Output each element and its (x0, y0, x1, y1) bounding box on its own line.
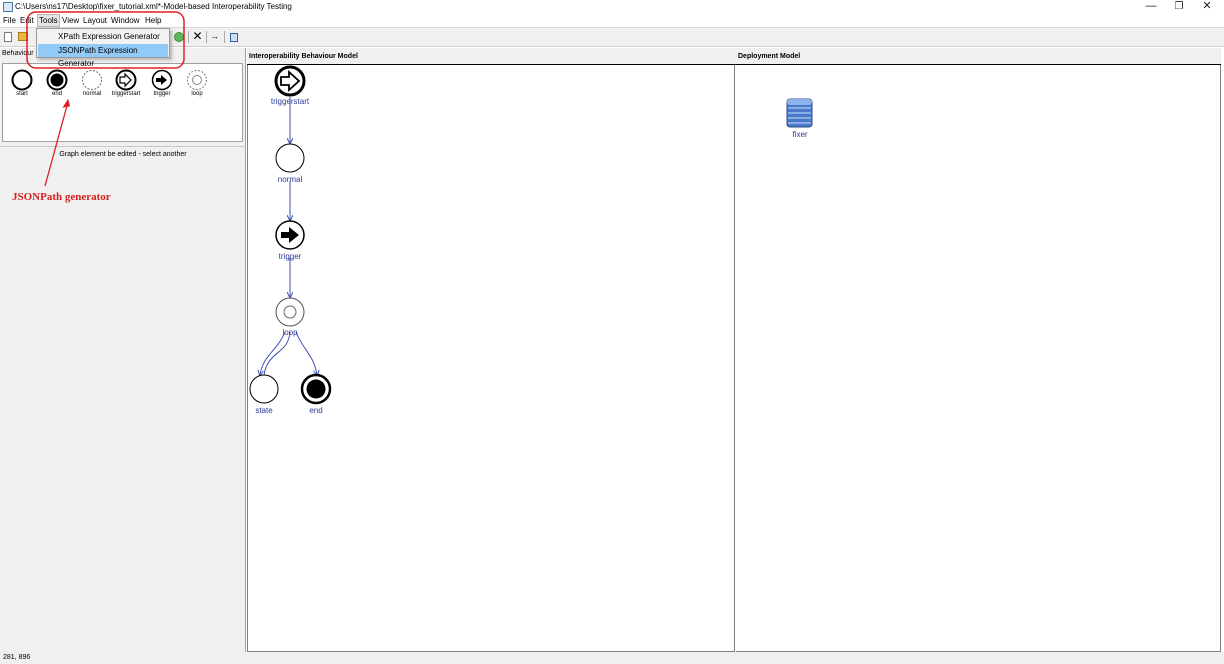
loop-node[interactable] (275, 297, 305, 327)
annotation-arrowhead (62, 98, 71, 108)
normal-node[interactable] (275, 143, 305, 173)
restore-icon[interactable]: ❐ (1165, 0, 1193, 14)
tools-dropdown: XPath Expression Generator JSONPath Expr… (36, 28, 170, 68)
annotation-arrow (44, 101, 69, 187)
minimize-icon[interactable]: — (1137, 0, 1165, 14)
xpath-generator-item[interactable]: XPath Expression Generator (38, 30, 168, 43)
node-label-normal: normal (277, 175, 303, 184)
node-label-end: end (309, 406, 323, 415)
end-node-fill (306, 379, 326, 399)
deployment-model-canvas[interactable]: fixer (736, 65, 1221, 652)
edge-loop-end[interactable] (295, 331, 317, 375)
jsonpath-generator-item[interactable]: JSONPath Expression Generator (38, 44, 168, 68)
status-bar: 281, 896 (0, 652, 1224, 664)
close-icon[interactable]: ✕ (1193, 0, 1221, 14)
node-label-loop: loop (282, 328, 298, 337)
node-label-triggerstart: triggerstart (270, 97, 310, 106)
behaviour-graph (249, 65, 332, 405)
state-node[interactable] (249, 374, 279, 404)
deployment-model-header: Deployment Model (736, 48, 1221, 65)
edge-loop-state[interactable] (260, 331, 286, 375)
behaviour-model-canvas[interactable]: triggerstart normal trigger loop state e… (247, 65, 735, 652)
deployment-node-label: fixer (792, 130, 808, 139)
behaviour-model-header: Interoperability Behaviour Model (247, 48, 736, 65)
node-label-trigger: trigger (278, 252, 302, 261)
edge-loop-state-2[interactable] (263, 331, 291, 376)
annotation-label: JSONPath generator (12, 191, 111, 203)
